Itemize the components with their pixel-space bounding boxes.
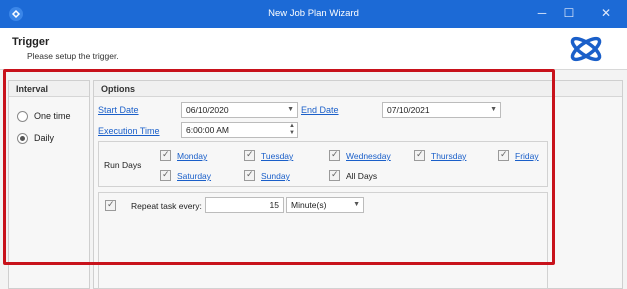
title-bar: New Job Plan Wizard ─ ☐ ✕ bbox=[0, 0, 627, 28]
friday-checkbox[interactable] bbox=[498, 149, 509, 161]
execution-time-value: 6:00:00 AM bbox=[186, 125, 230, 135]
chevron-down-icon: ▼ bbox=[353, 201, 360, 208]
repeat-interval-input[interactable]: 15 bbox=[205, 197, 284, 213]
chevron-down-icon: ▼ bbox=[490, 106, 497, 113]
radio-checked-icon[interactable] bbox=[17, 132, 28, 144]
spin-arrows-icon[interactable]: ▲ ▼ bbox=[289, 123, 295, 137]
maximize-button[interactable]: ☐ bbox=[559, 4, 579, 22]
interval-panel: Interval One time Daily bbox=[8, 80, 90, 289]
close-button[interactable]: ✕ bbox=[596, 4, 616, 22]
repeat-unit-dropdown[interactable]: Minute(s) ▼ bbox=[286, 197, 364, 213]
radio-daily[interactable]: Daily bbox=[17, 131, 54, 145]
wednesday-checkbox[interactable] bbox=[329, 149, 340, 161]
saturday-checkbox[interactable] bbox=[160, 169, 171, 181]
minimize-button[interactable]: ─ bbox=[532, 4, 552, 22]
brand-logo-icon bbox=[570, 36, 602, 62]
page-title: Trigger bbox=[12, 36, 50, 48]
sunday-checkbox[interactable] bbox=[244, 169, 255, 181]
thursday-checkbox[interactable] bbox=[414, 149, 425, 161]
tuesday-label[interactable]: Tuesday bbox=[261, 151, 293, 161]
radio-circle-icon[interactable] bbox=[17, 110, 28, 122]
execution-time-stepper[interactable]: 6:00:00 AM ▲ ▼ bbox=[181, 122, 298, 138]
all-days-checkbox[interactable] bbox=[329, 169, 340, 181]
monday-label[interactable]: Monday bbox=[177, 151, 207, 161]
friday-label[interactable]: Friday bbox=[515, 151, 539, 161]
thursday-label[interactable]: Thursday bbox=[431, 151, 466, 161]
monday-checkbox[interactable] bbox=[160, 149, 171, 161]
radio-label: One time bbox=[34, 111, 71, 121]
repeat-unit-value: Minute(s) bbox=[291, 200, 327, 210]
wednesday-label[interactable]: Wednesday bbox=[346, 151, 391, 161]
start-date-value: 06/10/2020 bbox=[186, 105, 229, 115]
all-days-label: All Days bbox=[346, 171, 378, 181]
page-subtitle: Please setup the trigger. bbox=[27, 51, 119, 61]
end-date-link[interactable]: End Date bbox=[301, 105, 339, 115]
interval-heading: Interval bbox=[9, 81, 89, 97]
end-date-dropdown[interactable]: 07/10/2021 ▼ bbox=[382, 102, 501, 118]
start-date-link[interactable]: Start Date bbox=[98, 105, 139, 115]
radio-label: Daily bbox=[34, 133, 55, 143]
start-date-dropdown[interactable]: 06/10/2020 ▼ bbox=[181, 102, 298, 118]
radio-one-time[interactable]: One time bbox=[17, 109, 71, 123]
options-heading: Options bbox=[94, 81, 622, 97]
run-days-label: Run Days bbox=[104, 160, 142, 170]
repeat-checkbox[interactable] bbox=[105, 199, 116, 211]
tuesday-checkbox[interactable] bbox=[244, 149, 255, 161]
repeat-label: Repeat task every: bbox=[131, 201, 202, 211]
wizard-header: Trigger Please setup the trigger. bbox=[0, 28, 627, 70]
end-date-value: 07/10/2021 bbox=[387, 105, 430, 115]
execution-time-link[interactable]: Execution Time bbox=[98, 126, 160, 136]
saturday-label[interactable]: Saturday bbox=[177, 171, 211, 181]
chevron-down-icon: ▼ bbox=[287, 106, 294, 113]
sunday-label[interactable]: Sunday bbox=[261, 171, 290, 181]
